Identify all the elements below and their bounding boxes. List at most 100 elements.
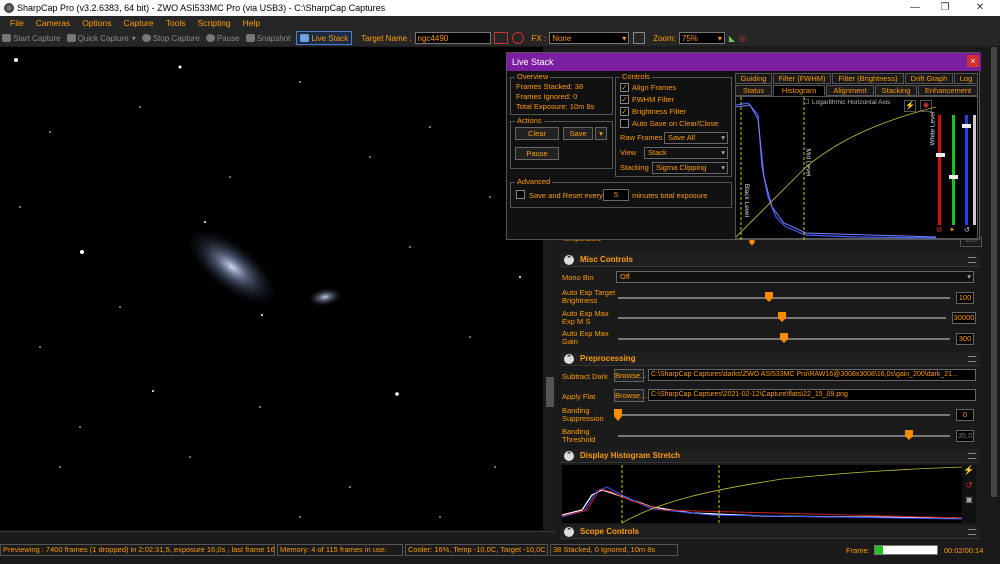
minutes-input[interactable]: 5 <box>603 189 629 201</box>
section-menu-icon[interactable] <box>968 355 976 362</box>
blue-slider-thumb[interactable] <box>962 124 971 128</box>
banding-threshold-thumb[interactable] <box>905 430 913 440</box>
collapse-chevron-icon[interactable]: ⌃ <box>564 353 574 364</box>
log-axis-checkbox[interactable]: ☐ <box>803 98 809 106</box>
target-brightness-slider[interactable] <box>618 297 950 299</box>
maximize-button[interactable]: ❐ <box>930 0 960 16</box>
misc-controls-header[interactable]: ⌃ Misc Controls <box>560 253 980 267</box>
save-stack-button[interactable]: Save <box>563 127 593 140</box>
banding-threshold-value[interactable]: 35,0 <box>956 430 974 442</box>
target-brightness-thumb[interactable] <box>765 292 773 302</box>
menu-scripting[interactable]: Scripting <box>198 18 231 28</box>
minimize-button[interactable]: — <box>900 0 930 16</box>
target-name-input[interactable]: ngc4490 <box>414 32 491 44</box>
tab-enhancement[interactable]: Enhancement <box>918 85 978 96</box>
banding-suppression-slider[interactable] <box>618 414 950 416</box>
level-tool-icon[interactable]: ⚙ <box>936 226 942 234</box>
tab-log[interactable]: Log <box>954 73 978 84</box>
crosshair-icon[interactable]: ◎ <box>739 34 746 43</box>
tab-stacking[interactable]: Stacking <box>875 85 917 96</box>
save-icon[interactable]: ▣ <box>962 495 976 504</box>
lum-level-slider[interactable] <box>973 115 976 225</box>
tab-filter-fwhm[interactable]: Filter (FWHM) <box>773 73 831 84</box>
tab-filter-brightness[interactable]: Filter (Brightness) <box>832 73 904 84</box>
pause-button[interactable]: Pause <box>205 34 240 43</box>
collapse-chevron-icon[interactable]: ⌃ <box>564 450 574 461</box>
banding-suppression-value[interactable]: 0 <box>956 409 974 421</box>
chevron-down-icon[interactable]: ▾ <box>595 127 607 140</box>
green-level-slider[interactable] <box>952 115 955 225</box>
fwhm-filter-checkbox[interactable]: ✓ <box>620 95 629 104</box>
tab-alignment[interactable]: Alignment <box>826 85 874 96</box>
chevron-down-icon[interactable]: ▾ <box>132 34 136 43</box>
target-brightness-value[interactable]: 100 <box>956 292 974 304</box>
display-histogram[interactable] <box>561 465 963 524</box>
reset-icon[interactable]: ↺ <box>962 480 976 491</box>
live-stack-button[interactable]: Live Stack <box>296 31 353 45</box>
live-stack-histogram[interactable]: ☐ Logarithmic Horizontal Axis ⚡ ✺ Black … <box>735 96 978 240</box>
align-frames-checkbox[interactable]: ✓ <box>620 83 629 92</box>
section-menu-icon[interactable] <box>968 528 976 535</box>
max-exp-value[interactable]: 30000 <box>952 312 976 324</box>
save-reset-checkbox[interactable] <box>516 190 525 199</box>
camera-preview[interactable] <box>0 47 543 530</box>
snapshot-button[interactable]: Snapshot <box>245 34 290 43</box>
view-select[interactable]: Stack <box>644 147 728 159</box>
section-menu-icon[interactable] <box>968 256 976 263</box>
focus-icon[interactable] <box>511 32 524 44</box>
max-gain-value[interactable]: 300 <box>956 333 974 345</box>
level-reset-icon[interactable]: ↺ <box>964 226 970 234</box>
max-gain-thumb[interactable] <box>780 333 788 343</box>
brightness-filter-checkbox[interactable]: ✓ <box>620 107 629 116</box>
menu-help[interactable]: Help <box>243 18 260 28</box>
tab-drift-graph[interactable]: Drift Graph <box>905 73 953 84</box>
quick-capture-button[interactable]: Quick Capture ▾ <box>66 34 136 43</box>
red-slider-thumb[interactable] <box>936 153 945 157</box>
menu-capture[interactable]: Capture <box>123 18 153 28</box>
banding-threshold-slider[interactable] <box>618 435 950 437</box>
auto-save-checkbox[interactable] <box>620 119 629 128</box>
green-slider-thumb[interactable] <box>949 175 958 179</box>
reset-icon[interactable]: ✺ <box>920 100 932 112</box>
browse-dark-button[interactable]: Browse... <box>614 369 646 382</box>
tab-guiding[interactable]: Guiding <box>735 73 772 84</box>
tab-histogram[interactable]: Histogram <box>773 85 825 96</box>
red-level-slider[interactable] <box>938 115 941 225</box>
panel-scrollbar[interactable] <box>990 47 998 543</box>
menu-file[interactable]: File <box>10 18 24 28</box>
banding-suppression-thumb[interactable] <box>614 409 622 421</box>
fx-select[interactable]: None ▾ <box>549 32 630 44</box>
preprocessing-header[interactable]: ⌃ Preprocessing <box>560 352 980 366</box>
stop-capture-button[interactable]: Stop Capture <box>141 34 200 43</box>
clear-button[interactable]: Clear <box>515 127 559 140</box>
auto-stretch-icon[interactable]: ⚡ <box>904 100 916 112</box>
scope-controls-header[interactable]: ⌃ Scope Controls <box>560 525 980 539</box>
close-window-button[interactable]: ✕ <box>965 0 995 16</box>
section-menu-icon[interactable] <box>968 452 976 459</box>
histogram-icon[interactable]: ◣ <box>729 34 735 43</box>
raw-frames-select[interactable]: Save All <box>664 132 728 144</box>
auto-stretch-icon[interactable]: ⚡ <box>962 465 976 476</box>
close-icon[interactable]: × <box>967 55 979 67</box>
display-stretch-header[interactable]: ⌃ Display Histogram Stretch <box>560 449 980 463</box>
menu-options[interactable]: Options <box>82 18 111 28</box>
stacking-select[interactable]: Sigma Clipping <box>652 162 728 174</box>
vertical-scroll-thumb[interactable] <box>546 377 554 407</box>
level-star-icon[interactable]: ✦ <box>949 226 955 234</box>
flat-path-select[interactable]: C:\SharpCap Captures\2021-02-12\Capture\… <box>648 389 976 401</box>
start-capture-button[interactable]: Start Capture <box>2 34 61 43</box>
level-sliders[interactable]: ⚙ ✦ ↺ <box>936 115 978 237</box>
dark-path-select[interactable]: C:\SharpCap Captures\darks\ZWO ASI533MC … <box>648 369 976 381</box>
browse-flat-button[interactable]: Browse... <box>614 389 646 402</box>
collapse-chevron-icon[interactable]: ⌃ <box>564 526 574 537</box>
fx-settings-icon[interactable] <box>633 32 646 44</box>
pause-stack-button[interactable]: Pause <box>515 147 559 160</box>
mono-bin-select[interactable]: Off <box>616 271 974 283</box>
menu-cameras[interactable]: Cameras <box>36 18 70 28</box>
reticle-icon[interactable] <box>493 32 508 44</box>
collapse-chevron-icon[interactable]: ⌃ <box>564 254 574 265</box>
panel-scroll-thumb[interactable] <box>991 47 997 497</box>
preview-horizontal-scrollbar[interactable] <box>0 531 556 541</box>
tab-status[interactable]: Status <box>735 85 772 96</box>
menu-tools[interactable]: Tools <box>166 18 186 28</box>
